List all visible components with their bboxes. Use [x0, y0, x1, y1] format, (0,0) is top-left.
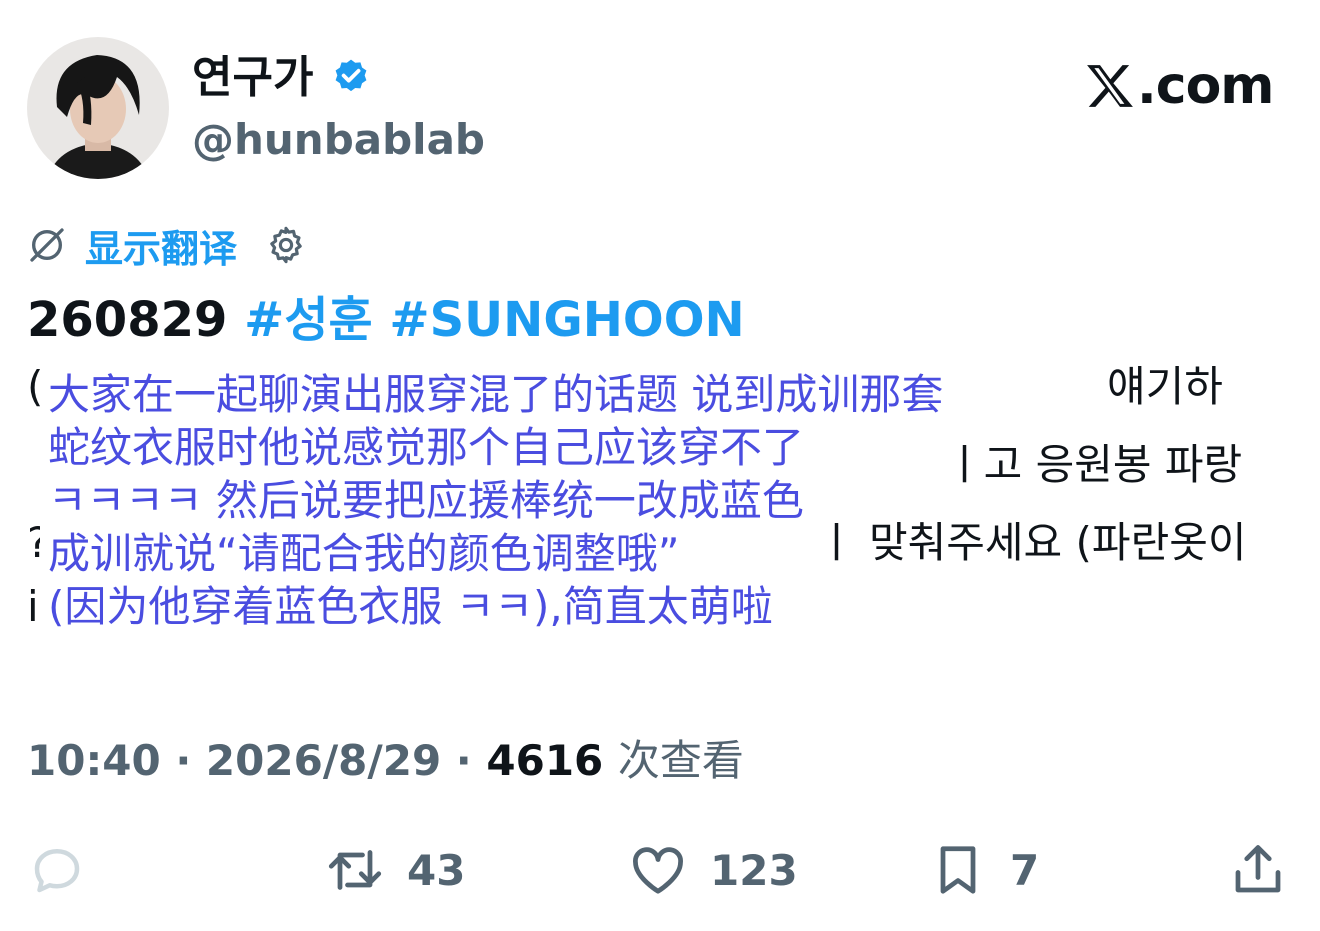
show-translation-link[interactable]: 显示翻译	[85, 218, 237, 273]
translation-line: 成训就说“请配合我的颜色调整哦”	[40, 527, 688, 580]
share-icon	[1235, 845, 1281, 893]
translation-line: ㅋㅋㅋㅋ 然后说要把应援棒统一改成蓝色	[40, 474, 812, 527]
verified-badge-icon	[335, 59, 367, 92]
like-count: 123	[710, 845, 798, 895]
view-count: 4616	[486, 736, 604, 785]
orig-fragment: i	[27, 582, 39, 631]
handle[interactable]: @hunbablab	[192, 114, 485, 166]
reply-icon	[34, 849, 80, 893]
bookmark-count: 7	[1010, 845, 1040, 895]
tweet-date: 260829	[27, 292, 228, 348]
tweet-time[interactable]: 10:40	[27, 736, 161, 785]
view-count-label: 次查看	[617, 736, 744, 785]
tweet-headline: 260829 #성훈 #SUNGHOON	[27, 290, 745, 350]
brand-text: .com	[1137, 56, 1274, 116]
avatar[interactable]	[27, 37, 169, 179]
hashtag-link[interactable]: #SUNGHOON	[389, 292, 744, 348]
gear-icon[interactable]	[265, 224, 307, 266]
retweet-count: 43	[407, 845, 466, 895]
display-name[interactable]: 연구가	[192, 52, 313, 104]
retweet-button[interactable]: 43	[325, 838, 465, 902]
x-logo-icon	[1087, 65, 1133, 107]
tweet-meta: 10:40 · 2026/8/29 · 4616 次查看	[27, 734, 744, 788]
avatar-image	[27, 37, 169, 179]
separator: ·	[455, 736, 472, 785]
tweet-full-date[interactable]: 2026/8/29	[206, 736, 441, 785]
translation-overlay: 大家在一起聊演出服穿混了的话题 说到成训那套 蛇纹衣服时他说感觉那个自己应该穿不…	[40, 368, 1110, 633]
share-button[interactable]	[1228, 838, 1288, 902]
translation-line: 蛇纹衣服时他说感觉那个自己应该穿不了	[40, 421, 813, 474]
like-button[interactable]: 123	[628, 838, 798, 902]
orig-fragment: 얘기하	[1107, 362, 1223, 411]
separator: ·	[175, 736, 192, 785]
translate-off-icon	[30, 228, 64, 262]
heart-icon	[633, 847, 683, 894]
x-brand: .com	[1085, 56, 1274, 116]
translation-line: 大家在一起聊演出服穿混了的话题 说到成训那套	[40, 368, 952, 421]
hashtag-link[interactable]: #성훈	[244, 292, 373, 348]
reply-button[interactable]	[27, 838, 87, 902]
bookmark-button[interactable]: 7	[928, 838, 1039, 902]
translate-row[interactable]: 显示翻译	[27, 218, 307, 273]
bookmark-icon	[940, 846, 976, 894]
translation-line: (因为他穿着蓝色衣服 ㅋㅋ),简直太萌啦	[40, 580, 781, 633]
retweet-icon	[328, 850, 382, 890]
